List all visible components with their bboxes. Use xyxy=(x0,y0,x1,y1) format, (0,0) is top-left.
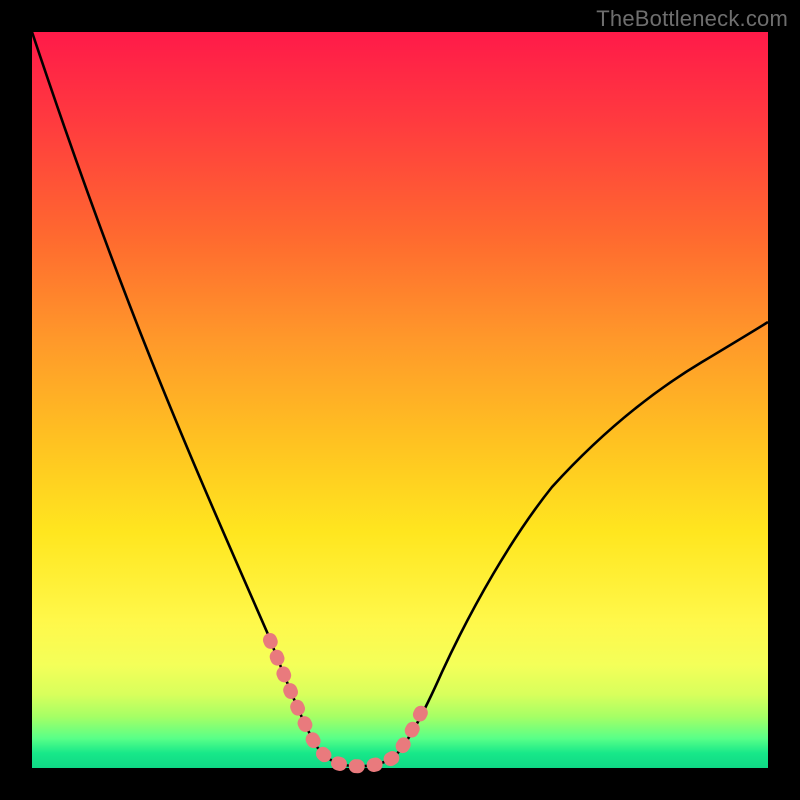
watermark-text: TheBottleneck.com xyxy=(596,6,788,32)
bottleneck-curve-highlight xyxy=(270,640,427,766)
bottleneck-curve xyxy=(32,32,768,766)
curve-svg xyxy=(32,32,768,768)
chart-frame: TheBottleneck.com xyxy=(0,0,800,800)
chart-plot-area xyxy=(32,32,768,768)
